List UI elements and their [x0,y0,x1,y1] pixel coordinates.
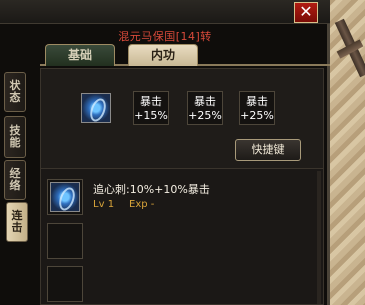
bonus-value: +15% [134,109,168,122]
skill-exp: Exp - [129,199,154,210]
side-tab-label: 连击 [11,209,23,234]
character-title: 混元马保国[14]转 [118,30,212,43]
side-tab-meridian[interactable]: 经络 [4,160,26,200]
content-area: 暴击 +15% 暴击 +25% 暴击 +25% 快捷键 追心刺:10%+10%暴… [40,68,324,305]
skill-name: 追心刺:10%+10%暴击 [93,183,210,196]
bonus-name: 暴击 [140,95,162,108]
bonus-name: 暴击 [194,95,216,108]
level-value: 1 [107,199,115,210]
hotkey-button[interactable]: 快捷键 [235,139,301,161]
level-label: Lv [93,199,105,210]
side-tab-status[interactable]: 状态 [4,72,26,112]
tab-base[interactable]: 基础 [45,44,115,66]
top-tabbar: 基础 内功 [40,44,330,66]
bonus-box: 暴击 +25% [187,91,223,125]
side-tab-skills[interactable]: 技能 [4,116,26,158]
bonus-value: +25% [240,109,274,122]
empty-skill-slot[interactable] [47,223,83,259]
bonus-section: 暴击 +15% 暴击 +25% 暴击 +25% 快捷键 [41,69,323,169]
skill-level: Lv 1 [93,199,114,210]
bonus-value: +25% [188,109,222,122]
skill-slot[interactable] [47,179,83,215]
bonus-name: 暴击 [246,95,268,108]
exp-value: - [150,199,155,210]
side-tab-label: 技能 [9,124,21,149]
skill-row-empty[interactable] [47,266,317,305]
tab-neigong[interactable]: 内功 [128,44,198,66]
close-button[interactable]: ✕ [294,2,318,23]
exp-label: Exp [129,199,148,210]
character-panel: ✕ 混元马保国[14]转 基础 内功 状态 技能 经络 连击 暴击 +15% 暴… [0,0,330,305]
combo-skill-icon[interactable] [81,93,111,123]
bonus-box: 暴击 +15% [133,91,169,125]
skill-row-empty[interactable] [47,223,317,265]
scrollbar[interactable] [317,171,321,304]
side-tab-label: 经络 [9,167,21,192]
side-tab-label: 状态 [9,79,21,104]
skill-row[interactable]: 追心刺:10%+10%暴击 Lv 1 Exp - [47,179,317,221]
panel-titlebar[interactable]: ✕ [0,0,330,24]
side-tab-combo[interactable]: 连击 [6,202,28,242]
piercing-skill-icon [50,182,80,212]
empty-skill-slot[interactable] [47,266,83,302]
bonus-box: 暴击 +25% [239,91,275,125]
